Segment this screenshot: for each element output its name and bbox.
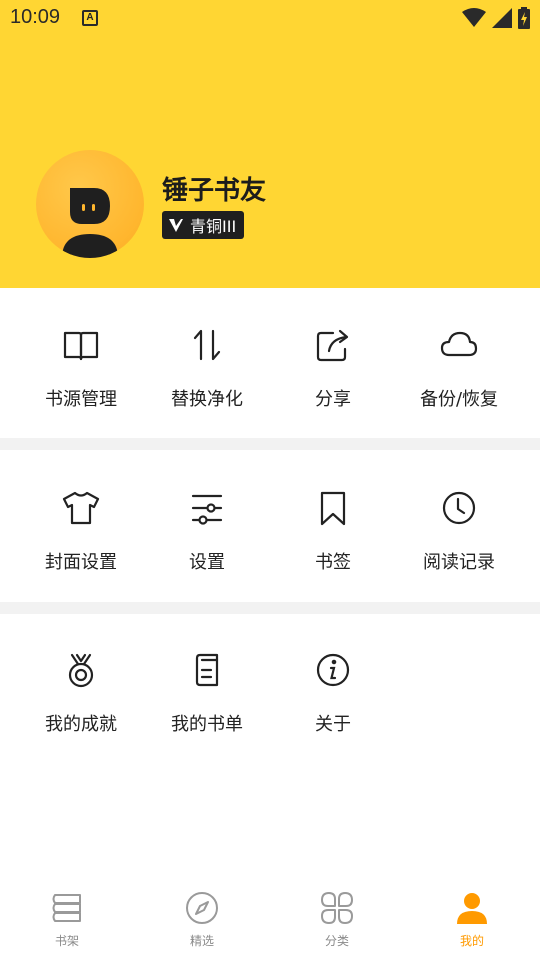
menu-label: 我的成就 <box>45 714 117 735</box>
compass-icon <box>186 892 218 924</box>
tab-featured[interactable]: 精选 <box>162 890 242 949</box>
open-book-icon <box>63 331 99 361</box>
medal-icon <box>68 653 94 688</box>
person-icon <box>457 893 487 924</box>
menu-label: 书签 <box>315 552 351 573</box>
menu-section-1: 书源管理 替换净化 分享 备份/恢复 <box>0 288 540 438</box>
battery-charging-icon <box>518 7 530 29</box>
menu-item-share[interactable]: 分享 <box>270 325 396 411</box>
wifi-icon <box>462 8 486 27</box>
status-icons <box>462 7 530 29</box>
username: 锤子书友 <box>162 176 267 206</box>
categories-icon <box>321 892 353 924</box>
menu-section-3: 我的成就 我的书单 关于 <box>0 614 540 880</box>
tab-mine[interactable]: 我的 <box>432 890 512 949</box>
menu-label: 封面设置 <box>45 552 117 573</box>
tab-label: 分类 <box>324 934 349 948</box>
level-badge: 青铜III <box>162 211 245 239</box>
share-icon <box>316 329 349 362</box>
bookshelf-icon <box>52 894 81 922</box>
menu-label: 分享 <box>315 389 351 410</box>
info-icon <box>316 653 350 687</box>
tshirt-icon <box>62 491 100 525</box>
menu-item-reading-history[interactable]: 阅读记录 <box>396 488 522 574</box>
menu-label: 替换净化 <box>171 389 243 410</box>
tab-label: 我的 <box>459 934 484 948</box>
menu-label: 阅读记录 <box>423 552 495 573</box>
bookmark-icon <box>320 491 346 526</box>
bottom-tab-bar: 书架 精选 分类 我的 <box>0 880 540 960</box>
status-time: 10:09 <box>10 6 61 28</box>
menu-label: 备份/恢复 <box>419 389 499 410</box>
swap-arrows-icon <box>193 329 221 361</box>
menu-item-source-manage[interactable]: 书源管理 <box>18 325 144 411</box>
menu-item-backup-restore[interactable]: 备份/恢复 <box>396 325 522 411</box>
clock-icon <box>442 491 476 525</box>
menu-item-bookmarks[interactable]: 书签 <box>270 488 396 574</box>
sliders-icon <box>191 494 223 525</box>
menu-item-achievements[interactable]: 我的成就 <box>18 650 144 736</box>
cloud-icon <box>440 331 478 357</box>
v-icon <box>169 219 183 232</box>
tab-label: 精选 <box>189 934 214 948</box>
level-label: 青铜III <box>190 217 237 236</box>
status-bar: 10:09 A <box>0 0 540 36</box>
avatar-icon <box>62 188 118 258</box>
menu-label: 我的书单 <box>171 714 243 735</box>
menu-section-2: 封面设置 设置 书签 阅读记录 <box>0 450 540 602</box>
tab-categories[interactable]: 分类 <box>297 890 377 949</box>
section-divider <box>0 602 540 614</box>
signal-icon <box>492 8 512 28</box>
section-divider <box>0 438 540 450</box>
menu-item-my-booklists[interactable]: 我的书单 <box>144 650 270 736</box>
tab-label: 书架 <box>54 934 79 948</box>
menu-label: 关于 <box>315 714 351 735</box>
booklist-icon <box>195 653 219 687</box>
menu-item-replace-clean[interactable]: 替换净化 <box>144 325 270 411</box>
menu-item-about[interactable]: 关于 <box>270 650 396 736</box>
a-letter-icon: A <box>82 10 98 26</box>
menu-label: 书源管理 <box>45 389 117 410</box>
tab-bookshelf[interactable]: 书架 <box>27 890 107 949</box>
menu-item-settings[interactable]: 设置 <box>144 488 270 574</box>
menu-label: 设置 <box>189 552 225 573</box>
menu-item-cover-settings[interactable]: 封面设置 <box>18 488 144 574</box>
profile-header: 10:09 A 锤子书友 青铜III <box>0 0 540 288</box>
avatar[interactable] <box>36 150 144 258</box>
